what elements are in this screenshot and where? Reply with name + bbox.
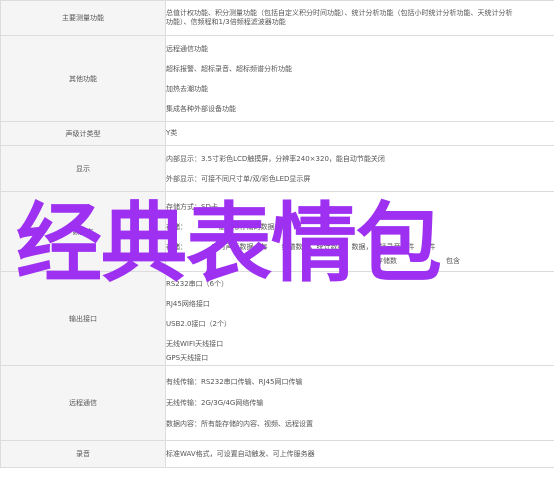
value-line: 远程通信功能 [166,44,208,53]
value-line: 有线传输：RS232串口传输、RJ45网口传输 [166,377,303,386]
value-line: USB2.0接口（2个） [166,320,231,328]
row-label: 其他功能 [0,35,166,122]
value-line: 外部显示：可接不同尺寸单/双/彩色LED显示屏 [166,174,311,183]
watermark-overlay-text: 经典表情包 [16,194,442,294]
row-label: 主要测量功能 [0,0,166,36]
value-line: 数据内容：所有能存储的内容、视频、远程设置 [166,419,313,428]
value-line: 加热去潮功能 [166,84,208,93]
row-label: 显示 [0,145,166,192]
row-label: 录音 [0,440,166,468]
table-row: 录音 标准WAV格式，可设置自动触发、可上传服务器 [0,440,554,468]
table-row: 显示 内部显示：3.5寸彩色LCD触摸屏，分辨率240×320，能自动节能关闭 … [0,145,554,192]
row-value: Y类 [165,121,554,146]
value-line: 超标报警、超标录音、超标频谱分析功能 [166,64,292,73]
row-value: 总值计权功能、积分测量功能（包括自定义积分时间功能）、统计分析功能（包括小时统计… [165,0,554,36]
value-line: 内部显示：3.5寸彩色LCD触摸屏，分辨率240×320，能自动节能关闭 [166,154,385,163]
row-value: 远程通信功能 超标报警、超标录音、超标频谱分析功能 加热去潮功能 集成各种外部设… [165,35,554,122]
row-label: 远程通信 [0,365,166,441]
value-line: RJ45网络接口 [166,300,210,308]
value-line: 无线传输：2G/3G/4G网络传输 [166,398,264,407]
value-line: 标准WAV格式，可设置自动触发、可上传服务器 [166,449,315,458]
value-line: 功能）、信频程和1/3倍频程滤波器功能 [166,18,286,26]
row-label: 声级计类型 [0,121,166,146]
value-line: GPS天线接口 [166,354,209,362]
table-row: 主要测量功能 总值计权功能、积分测量功能（包括自定义积分时间功能）、统计分析功能… [0,0,554,36]
value-line: 集成各种外部设备功能 [166,104,236,113]
row-value: 标准WAV格式，可设置自动触发、可上传服务器 [165,440,554,468]
table-row: 声级计类型 Y类 [0,121,554,146]
value-line: 无线WIFI天线接口 [166,340,224,348]
row-value: 有线传输：RS232串口传输、RJ45网口传输 无线传输：2G/3G/4G网络传… [165,365,554,441]
table-row: 远程通信 有线传输：RS232串口传输、RJ45网口传输 无线传输：2G/3G/… [0,365,554,441]
row-value: 内部显示：3.5寸彩色LCD触摸屏，分辨率240×320，能自动节能关闭 外部显… [165,145,554,192]
value-line: 总值计权功能、积分测量功能（包括自定义积分时间功能）、统计分析功能（包括小时统计… [166,9,513,17]
table-row: 其他功能 远程通信功能 超标报警、超标录音、超标频谱分析功能 加热去潮功能 集成… [0,35,554,122]
value-line: Y类 [166,129,178,137]
